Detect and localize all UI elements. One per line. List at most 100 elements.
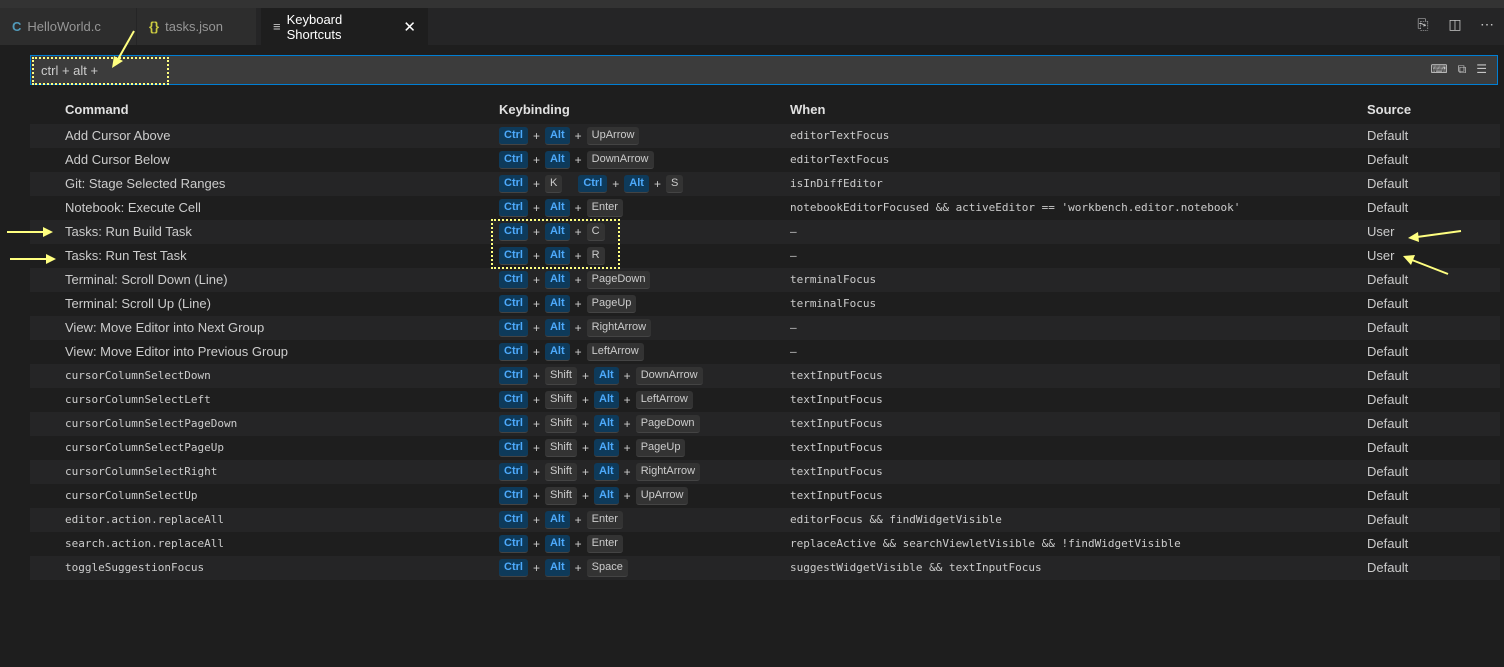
keybinding-cell[interactable]: Ctrl + Alt + PageUp (499, 292, 637, 316)
keybinding-cell[interactable]: Ctrl + Shift + Alt + LeftArrow (499, 388, 693, 412)
keycap: Alt (594, 487, 619, 505)
table-row[interactable]: search.action.replaceAll Ctrl + Alt + Enter re… (30, 532, 1500, 556)
table-row[interactable]: Terminal: Scroll Up (Line) Ctrl + Alt + PageU… (30, 292, 1500, 316)
keybinding-cell[interactable]: Ctrl + Alt + PageDown (499, 268, 651, 292)
keycap: UpArrow (586, 127, 640, 145)
source-cell: Default (1367, 440, 1409, 455)
sort-by-precedence-icon[interactable]: ⧉ (1458, 62, 1467, 77)
keycap: Enter (586, 511, 623, 529)
keybinding-cell[interactable]: Ctrl + Alt + RightArrow (499, 316, 652, 340)
split-editor-icon[interactable]: ◫ (1446, 16, 1464, 33)
plus-separator: + (532, 465, 540, 479)
keybinding-cell[interactable]: Ctrl + Alt + DownArrow (499, 148, 654, 172)
plus-separator: + (532, 273, 540, 287)
keycap: Space (586, 559, 628, 577)
keybinding-cell[interactable]: Ctrl + Shift + Alt + PageDown (499, 412, 700, 436)
table-body: Add Cursor Above Ctrl + Alt + UpArrow editorTe… (30, 124, 1500, 580)
when-cell: replaceActive && searchViewletVisible &&… (790, 537, 1181, 550)
table-row[interactable]: cursorColumnSelectUp Ctrl + Shift + Alt + UpArr… (30, 484, 1500, 508)
keycap: Ctrl (499, 559, 528, 577)
source-cell: Default (1367, 320, 1409, 335)
keycap: K (544, 175, 563, 193)
command-cell: cursorColumnSelectLeft (65, 393, 211, 406)
keycap: Ctrl (499, 223, 528, 241)
keybinding-cell[interactable]: Ctrl + Alt + C (499, 220, 605, 244)
column-header-command[interactable]: Command (65, 102, 129, 117)
plus-separator: + (532, 129, 540, 143)
when-cell: editorTextFocus (790, 153, 890, 166)
keycap: Alt (544, 151, 570, 169)
keycap: Ctrl (499, 199, 528, 217)
keycap: Ctrl (499, 391, 528, 409)
keycap: Enter (586, 535, 623, 553)
keycap: Alt (594, 391, 619, 409)
table-row[interactable]: Add Cursor Below Ctrl + Alt + DownArrow editor… (30, 148, 1500, 172)
table-row[interactable]: Git: Stage Selected Ranges Ctrl + K Ctrl + Alt… (30, 172, 1500, 196)
keybinding-cell[interactable]: Ctrl + Alt + Enter (499, 508, 623, 532)
column-header-when[interactable]: When (790, 102, 825, 117)
plus-separator: + (532, 345, 540, 359)
plus-separator: + (574, 561, 582, 575)
keybinding-cell[interactable]: Ctrl + Alt + Space (499, 556, 628, 580)
table-row[interactable]: Notebook: Execute Cell Ctrl + Alt + Enter note… (30, 196, 1500, 220)
table-row[interactable]: editor.action.replaceAll Ctrl + Alt + Enter ed… (30, 508, 1500, 532)
column-header-source[interactable]: Source (1367, 102, 1411, 117)
table-row[interactable]: Tasks: Run Test Task Ctrl + Alt + R — User (30, 244, 1500, 268)
keybinding-cell[interactable]: Ctrl + Alt + UpArrow (499, 124, 640, 148)
table-row[interactable]: cursorColumnSelectRight Ctrl + Shift + Alt + Ri… (30, 460, 1500, 484)
more-icon[interactable]: ⋯ (1478, 16, 1496, 33)
when-cell: editorFocus && findWidgetVisible (790, 513, 1002, 526)
plus-separator: + (574, 201, 582, 215)
table-row[interactable]: cursorColumnSelectPageDown Ctrl + Shift + Alt… (30, 412, 1500, 436)
keycap: DownArrow (586, 151, 654, 169)
keybinding-cell[interactable]: Ctrl + Alt + LeftArrow (499, 340, 644, 364)
table-row[interactable]: cursorColumnSelectDown Ctrl + Shift + Alt + Dow… (30, 364, 1500, 388)
command-cell: cursorColumnSelectDown (65, 369, 211, 382)
column-header-keybinding[interactable]: Keybinding (499, 102, 570, 117)
json-file-icon: {} (149, 19, 160, 34)
tab-label: tasks.json (165, 19, 223, 34)
keycap: Ctrl (499, 247, 528, 265)
keycap: PageUp (586, 295, 637, 313)
table-row[interactable]: toggleSuggestionFocus Ctrl + Alt + Space sugge… (30, 556, 1500, 580)
tab-keyboard-shortcuts[interactable]: ≡ Keyboard Shortcuts ✕ (261, 8, 429, 45)
keycap: Ctrl (499, 175, 528, 193)
source-cell: Default (1367, 368, 1409, 383)
keycap: Alt (594, 367, 619, 385)
tab-label: HelloWorld.c (27, 19, 101, 34)
keybindings-table: Command Keybinding When Source Add Curso… (30, 96, 1500, 580)
open-json-icon[interactable]: ⎘ (1414, 16, 1432, 33)
keybinding-cell[interactable]: Ctrl + Shift + Alt + UpArrow (499, 484, 689, 508)
keybinding-cell[interactable]: Ctrl + K Ctrl + Alt + S (499, 172, 684, 196)
tab-tasks-json[interactable]: {} tasks.json (137, 8, 257, 45)
keybinding-cell[interactable]: Ctrl + Alt + Enter (499, 532, 623, 556)
when-cell: terminalFocus (790, 297, 877, 310)
keybinding-cell[interactable]: Ctrl + Alt + R (499, 244, 605, 268)
source-cell: Default (1367, 152, 1409, 167)
keycap: Ctrl (499, 463, 528, 481)
search-input[interactable] (37, 56, 945, 84)
table-row[interactable]: View: Move Editor into Next Group Ctrl + Al… (30, 316, 1500, 340)
close-icon[interactable]: ✕ (403, 18, 416, 36)
clear-input-icon[interactable]: ☰ (1476, 62, 1487, 77)
table-row[interactable]: cursorColumnSelectPageUp Ctrl + Shift + Alt + P… (30, 436, 1500, 460)
keycap: DownArrow (635, 367, 703, 385)
plus-separator: + (532, 297, 540, 311)
table-row[interactable]: cursorColumnSelectLeft Ctrl + Shift + Alt + Lef… (30, 388, 1500, 412)
plus-separator: + (532, 513, 540, 527)
tab-helloworld-c[interactable]: C HelloWorld.c (0, 8, 137, 45)
table-row[interactable]: View: Move Editor into Previous Group Ctr… (30, 340, 1500, 364)
table-row[interactable]: Add Cursor Above Ctrl + Alt + UpArrow editorTe… (30, 124, 1500, 148)
record-keys-icon[interactable]: ⌨ (1430, 62, 1447, 77)
keybinding-cell[interactable]: Ctrl + Alt + Enter (499, 196, 623, 220)
plus-separator: + (532, 561, 540, 575)
source-cell: Default (1367, 272, 1409, 287)
keybinding-cell[interactable]: Ctrl + Shift + Alt + PageUp (499, 436, 686, 460)
source-cell: Default (1367, 464, 1409, 479)
keycap: Alt (544, 343, 570, 361)
table-row[interactable]: Tasks: Run Build Task Ctrl + Alt + C — User (30, 220, 1500, 244)
plus-separator: + (532, 321, 540, 335)
keybinding-cell[interactable]: Ctrl + Shift + Alt + DownArrow (499, 364, 703, 388)
table-row[interactable]: Terminal: Scroll Down (Line) Ctrl + Alt + Pag… (30, 268, 1500, 292)
keybinding-cell[interactable]: Ctrl + Shift + Alt + RightArrow (499, 460, 701, 484)
